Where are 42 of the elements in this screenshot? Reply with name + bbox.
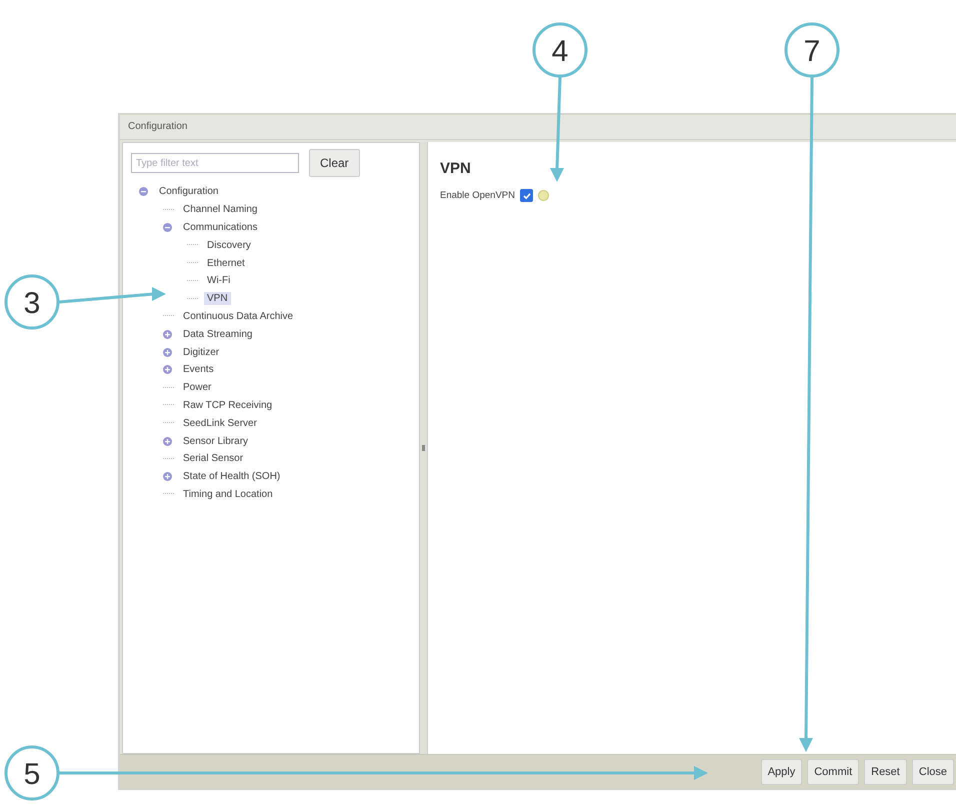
field-label: Enable OpenVPN — [440, 190, 515, 201]
clear-button[interactable]: Clear — [309, 149, 360, 177]
callout-number: 3 — [4, 274, 60, 330]
tree-item[interactable]: Continuous Data Archive — [180, 310, 296, 323]
footer-button[interactable]: Close — [912, 758, 954, 784]
expand-icon[interactable] — [163, 348, 172, 357]
footer-button[interactable]: Apply — [760, 758, 802, 784]
tree-item[interactable]: Events — [180, 363, 217, 376]
callout-number: 7 — [784, 22, 840, 78]
tree-item[interactable]: Channel Naming — [180, 203, 260, 216]
tree-item[interactable]: Serial Sensor — [180, 452, 246, 466]
section-heading: VPN — [440, 160, 472, 177]
tree-item[interactable]: SeedLink Server — [180, 416, 260, 430]
splitter-handle[interactable] — [420, 142, 427, 754]
footer-button[interactable]: Reset — [864, 758, 907, 784]
expand-icon[interactable] — [163, 365, 172, 374]
filter-field[interactable]: Type filter text — [131, 153, 299, 173]
tree-item[interactable]: Data Streaming — [180, 328, 256, 341]
tree-item[interactable]: Digitizer — [180, 346, 222, 359]
tree-item[interactable]: Power — [180, 381, 214, 394]
callout-number: 4 — [532, 22, 588, 78]
tree-item[interactable]: Wi-Fi — [204, 274, 234, 288]
expand-icon[interactable] — [163, 472, 172, 482]
help-icon[interactable] — [538, 190, 549, 201]
tree-item[interactable]: Discovery — [204, 238, 254, 252]
checkmark-icon — [522, 190, 532, 200]
tree-item[interactable]: VPN — [204, 292, 231, 306]
expand-icon[interactable] — [163, 330, 172, 339]
collapse-icon[interactable] — [139, 187, 148, 196]
callout-number: 5 — [4, 746, 60, 800]
tree-item[interactable]: Configuration — [156, 185, 222, 198]
expand-icon[interactable] — [163, 436, 172, 446]
tree-item[interactable]: Sensor Library — [180, 434, 252, 448]
checkbox[interactable] — [520, 189, 533, 202]
footer-button[interactable]: Commit — [807, 758, 860, 784]
window-title: Configuration — [120, 115, 956, 140]
tree-item[interactable]: Ethernet — [204, 256, 248, 270]
tree-item[interactable]: State of Health (SOH) — [180, 470, 284, 484]
collapse-icon[interactable] — [163, 222, 172, 232]
tree-item[interactable]: Timing and Location — [180, 488, 276, 501]
tree-item[interactable]: Communications — [180, 220, 260, 234]
tree-item[interactable]: Raw TCP Receiving — [180, 398, 276, 412]
